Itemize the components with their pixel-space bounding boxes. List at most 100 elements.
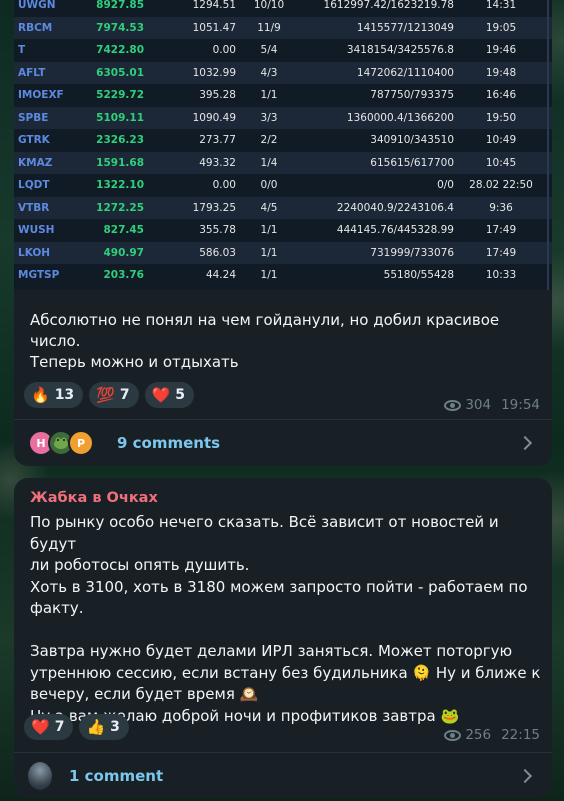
message-meta: 256 22:15 xyxy=(444,727,540,743)
table-cell-count: 0/0 xyxy=(260,179,278,191)
table-cell-count: 1/1 xyxy=(260,246,278,259)
views-count: 256 xyxy=(465,727,492,743)
table-cell-count: 1/4 xyxy=(260,156,278,169)
table-cell-vol: 355.78 xyxy=(199,224,236,236)
screenshot-table-image[interactable]: UWGN 8927.85 1294.51 10/10 1612997.42/162321… xyxy=(14,0,552,290)
table-row: T 7422.80 0.00 5/4 3418154/3425576.8 19:46 xyxy=(14,39,552,62)
reaction-count: 7 xyxy=(54,719,65,735)
table-cell-time: 14:31 xyxy=(485,0,517,11)
table-row: IMOEXF 5229.72 395.28 1/1 787750/793375 16:46 xyxy=(14,84,552,107)
table-cell-ticker: UWGN xyxy=(18,0,56,11)
table-cell-count: 4/3 xyxy=(260,66,278,79)
table-cell-time: 17:49 xyxy=(485,224,517,236)
table-cell-ticker: LKOH xyxy=(18,246,51,259)
reaction-heart[interactable]: ❤️ 5 xyxy=(144,382,195,408)
table-cell-price: 490.97 xyxy=(103,246,144,259)
table-cell-count: 1/1 xyxy=(260,224,278,236)
message-text-line: утреннюю сессию, если встану без будильн… xyxy=(30,663,541,682)
avatar xyxy=(28,762,52,790)
table-cell-count: 10/10 xyxy=(253,0,285,11)
reaction-heart[interactable]: ❤️ 7 xyxy=(24,714,74,740)
table-row: LQDT 1322.10 0.00 0/0 0/0 28.02 22:50 xyxy=(14,174,552,197)
table-cell-price: 203.76 xyxy=(103,269,144,281)
reaction-count: 13 xyxy=(54,387,75,403)
eye-icon xyxy=(444,729,462,741)
comments-label: 1 comment xyxy=(69,767,164,785)
message-bubble[interactable]: UWGN 8927.85 1294.51 10/10 1612997.42/162321… xyxy=(14,0,552,466)
table-row: SPBE 5109.11 1090.49 3/3 1360000.4/1366200 19… xyxy=(14,106,552,129)
frog-icon xyxy=(54,437,68,449)
reactions-bar: ❤️ 7 👍 3 xyxy=(24,714,129,740)
table-cell-count: 3/3 xyxy=(260,111,278,124)
comments-label: 9 comments xyxy=(117,434,221,452)
table-row: KMAZ 1591.68 493.32 1/4 615615/617700 10:45 xyxy=(14,151,552,174)
message-text-line: Абсолютно не понял на чем гойданули, но … xyxy=(30,311,500,329)
table-cell-price: 5109.11 xyxy=(96,111,144,124)
views-count: 304 xyxy=(465,397,492,413)
message-text-line: Теперь можно и отдыхать xyxy=(30,353,239,371)
thumbs-up-icon: 👍 xyxy=(86,718,106,736)
table-row: AFLT 6305.01 1032.99 4/3 1472062/1110400 19:4… xyxy=(14,61,552,84)
table-cell-vol: 493.32 xyxy=(199,156,236,169)
table-row: MGTSP 203.76 44.24 1/1 55180/55428 10:33 xyxy=(14,264,552,287)
table-cell-ticker: MGTSP xyxy=(18,269,60,281)
table-cell-time: 19:05 xyxy=(485,21,517,34)
message-text-line: Завтра нужно будет делами ИРЛ заняться. … xyxy=(30,642,513,660)
table-cell-count: 1/1 xyxy=(260,269,278,281)
table-cell-pair: 1415577/1213049 xyxy=(356,21,454,34)
table-cell-ticker: VTBR xyxy=(18,201,50,214)
table-cell-pair: 1612997.42/1623219.78 xyxy=(323,0,454,11)
heart-icon: ❤️ xyxy=(31,718,50,736)
table-cell-price: 7974.53 xyxy=(96,21,144,34)
table-cell-time: 9:36 xyxy=(489,201,513,214)
table-cell-vol: 1793.25 xyxy=(192,201,236,214)
table-cell-price: 8927.85 xyxy=(96,0,144,11)
avatar: P xyxy=(68,430,94,456)
message-text: Абсолютно не понял на чем гойданули, но … xyxy=(30,310,540,373)
table-cell-vol: 395.28 xyxy=(199,89,236,101)
table-cell-pair: 1360000.4/1366200 xyxy=(346,111,454,124)
commenter-avatars: H P xyxy=(28,430,94,456)
comments-button[interactable]: 1 comment xyxy=(14,753,552,798)
table-cell-pair: 0/0 xyxy=(437,179,454,191)
reaction-hundred[interactable]: 💯 7 xyxy=(89,382,139,408)
reaction-thumbs-up[interactable]: 👍 3 xyxy=(79,714,129,740)
table-cell-ticker: T xyxy=(18,44,26,56)
table-cell-ticker: SPBE xyxy=(18,111,49,124)
table-cell-price: 1322.10 xyxy=(96,179,144,191)
table-cell-ticker: IMOEXF xyxy=(18,89,64,101)
table-cell-ticker: LQDT xyxy=(18,179,50,191)
table-cell-vol: 0.00 xyxy=(212,44,236,56)
comments-button[interactable]: H P 9 comments xyxy=(14,420,552,466)
table-cell-pair: 787750/793375 xyxy=(370,89,454,101)
table-cell-vol: 1051.47 xyxy=(192,21,236,34)
chevron-right-icon xyxy=(517,435,533,451)
reaction-count: 3 xyxy=(110,719,120,735)
table-cell-price: 5229.72 xyxy=(96,89,144,101)
reaction-fire[interactable]: 🔥 13 xyxy=(24,382,84,408)
table-cell-time: 19:46 xyxy=(485,44,517,56)
table-cell-count: 11/9 xyxy=(257,21,281,34)
reaction-count: 7 xyxy=(119,387,130,403)
hundred-icon: 💯 xyxy=(96,386,115,404)
table-row: LKOH 490.97 586.03 1/1 731999/733076 17:49 xyxy=(14,241,552,264)
message-text-line: факту. xyxy=(30,599,84,617)
table-cell-time: 10:45 xyxy=(485,156,517,169)
table-row: GTRK 2326.23 273.77 2/2 340910/343510 10:49 xyxy=(14,129,552,152)
message-text-line: По рынку особо нечего сказать. Всё завис… xyxy=(30,513,499,553)
table-cell-count: 2/2 xyxy=(260,134,278,146)
table-cell-vol: 1090.49 xyxy=(192,111,236,124)
author-name[interactable]: Жабка в Очках xyxy=(30,490,158,506)
message-bubble[interactable]: Жабка в Очках По рынку особо нечего сказ… xyxy=(14,478,552,798)
message-text: По рынку особо нечего сказать. Всё завис… xyxy=(30,512,544,727)
table-row: WUSH 827.45 355.78 1/1 444145.76/445328.99 17… xyxy=(14,219,552,242)
table-cell-pair: 1472062/1110400 xyxy=(356,66,454,79)
table-cell-pair: 340910/343510 xyxy=(370,134,454,146)
table-cell-vol: 586.03 xyxy=(199,246,236,259)
table-cell-time: 19:48 xyxy=(485,66,517,79)
table-row: UWGN 8927.85 1294.51 10/10 1612997.42/162321… xyxy=(14,0,552,17)
table-cell-pair: 55180/55428 xyxy=(383,269,454,281)
message-text-line xyxy=(30,620,544,642)
table-cell-ticker: GTRK xyxy=(18,134,50,146)
table-cell-time: 10:33 xyxy=(485,269,517,281)
